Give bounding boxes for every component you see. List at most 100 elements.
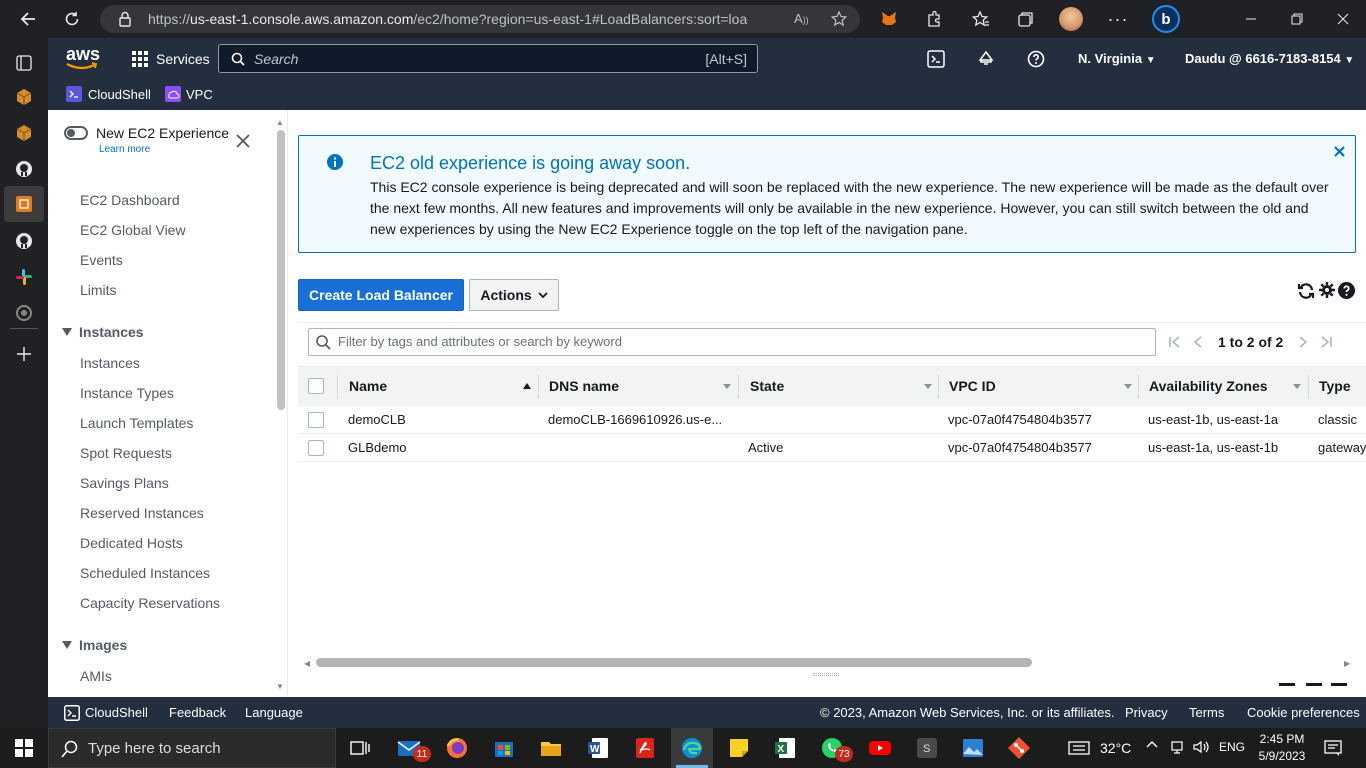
last-page-icon[interactable] xyxy=(1319,335,1333,349)
split-view-icon[interactable] xyxy=(1279,683,1295,686)
actions-dropdown-button[interactable]: Actions xyxy=(469,279,559,311)
services-menu-button[interactable]: Services xyxy=(156,51,210,67)
split-panel-handle[interactable] xyxy=(813,673,839,676)
mail-app-icon[interactable]: 11 xyxy=(397,736,431,762)
nav-spot-requests[interactable]: Spot Requests xyxy=(80,445,172,461)
git-app-icon[interactable] xyxy=(1007,736,1031,760)
sort-ascending-icon[interactable] xyxy=(523,383,531,389)
sort-caret-icon[interactable] xyxy=(1293,384,1301,389)
prev-page-icon[interactable] xyxy=(1191,335,1205,349)
nav-instance-types[interactable]: Instance Types xyxy=(80,385,174,401)
close-nav-icon[interactable] xyxy=(236,134,250,148)
favorite-cloudshell[interactable]: CloudShell xyxy=(88,87,151,102)
section-images[interactable]: Images xyxy=(79,637,127,653)
restore-icon[interactable] xyxy=(1282,4,1312,34)
column-type[interactable]: Type xyxy=(1319,378,1351,394)
split-view-icon[interactable] xyxy=(1331,683,1347,686)
lock-icon[interactable] xyxy=(118,11,132,27)
volume-icon[interactable] xyxy=(1192,739,1210,755)
help-icon[interactable] xyxy=(1027,50,1045,68)
nav-limits[interactable]: Limits xyxy=(80,282,117,298)
sort-caret-icon[interactable] xyxy=(1124,384,1132,389)
region-selector[interactable]: N. Virginia ▼ xyxy=(1078,51,1156,66)
footer-feedback-link[interactable]: Feedback xyxy=(169,705,226,720)
split-view-icon[interactable] xyxy=(1306,683,1322,686)
address-bar[interactable]: https://us-east-1.console.aws.amazon.com… xyxy=(100,5,860,33)
photos-app-icon[interactable] xyxy=(961,736,985,760)
tab-actions-icon[interactable] xyxy=(12,51,36,75)
services-grid-icon[interactable] xyxy=(132,51,148,67)
input-language-label[interactable]: ENG xyxy=(1219,740,1245,754)
footer-cloudshell-link[interactable]: CloudShell xyxy=(85,705,148,720)
help-icon[interactable] xyxy=(1338,282,1355,299)
row-checkbox[interactable] xyxy=(308,412,324,428)
youtube-app-icon[interactable] xyxy=(868,736,892,760)
nav-reserved-instances[interactable]: Reserved Instances xyxy=(80,505,204,521)
footer-language-link[interactable]: Language xyxy=(245,705,303,720)
cloudshell-icon[interactable] xyxy=(927,50,945,68)
add-favorite-icon[interactable] xyxy=(830,10,848,28)
new-experience-toggle[interactable] xyxy=(64,126,88,140)
clock-time[interactable]: 2:45 PM xyxy=(1257,732,1307,746)
favorites-icon[interactable] xyxy=(966,4,996,34)
windows-start-icon[interactable] xyxy=(15,739,33,757)
nav-dedicated-hosts[interactable]: Dedicated Hosts xyxy=(80,535,183,551)
aws-logo[interactable]: aws xyxy=(66,45,100,70)
learn-more-link[interactable]: Learn more xyxy=(99,144,150,155)
bing-chat-icon[interactable]: b xyxy=(1151,4,1181,34)
table-row[interactable]: GLBdemo Active vpc-07a0f4754804b3577 us-… xyxy=(298,434,1366,462)
scroll-right-icon[interactable]: ▶ xyxy=(1344,659,1350,668)
table-row[interactable]: demoCLB demoCLB-1669610926.us-e... vpc-0… xyxy=(298,406,1366,434)
sticky-notes-icon[interactable] xyxy=(727,736,751,760)
add-tab-icon[interactable] xyxy=(12,342,36,366)
scroll-left-icon[interactable]: ◀ xyxy=(304,659,310,668)
close-alert-icon[interactable] xyxy=(1334,146,1345,157)
caret-down-icon[interactable] xyxy=(62,328,72,336)
edge-app-icon[interactable] xyxy=(680,736,704,760)
caret-down-icon[interactable] xyxy=(62,641,72,649)
column-name[interactable]: Name xyxy=(349,378,387,394)
scrollbar-thumb[interactable] xyxy=(277,130,285,410)
github-tab-icon[interactable] xyxy=(12,229,36,253)
acrobat-app-icon[interactable] xyxy=(633,736,657,760)
file-explorer-icon[interactable] xyxy=(539,736,563,760)
read-aloud-icon[interactable]: A)) xyxy=(794,11,809,26)
settings-tab-icon[interactable] xyxy=(12,301,36,325)
aws-tab-icon[interactable] xyxy=(12,121,36,145)
show-hidden-icons-icon[interactable] xyxy=(1146,740,1158,748)
settings-gear-icon[interactable] xyxy=(1319,282,1335,298)
column-availability-zones[interactable]: Availability Zones xyxy=(1149,378,1268,394)
column-vpc-id[interactable]: VPC ID xyxy=(949,378,996,394)
leftnav-scrollbar[interactable]: ▲ ▼ xyxy=(276,118,286,696)
more-options-icon[interactable]: ··· xyxy=(1103,4,1133,34)
firefox-app-icon[interactable] xyxy=(445,736,469,760)
footer-cookie-preferences-link[interactable]: Cookie preferences xyxy=(1247,705,1360,720)
favorite-vpc[interactable]: VPC xyxy=(186,87,213,102)
sort-caret-icon[interactable] xyxy=(723,384,731,389)
aws-tab-icon[interactable] xyxy=(12,85,36,109)
store-app-icon[interactable] xyxy=(492,736,516,760)
notifications-bell-icon[interactable] xyxy=(977,50,995,68)
horizontal-scrollbar-thumb[interactable] xyxy=(316,658,1032,667)
scroll-up-icon[interactable]: ▲ xyxy=(276,118,284,127)
refresh-icon[interactable] xyxy=(1296,281,1316,301)
nav-events[interactable]: Events xyxy=(80,252,123,268)
temperature-label[interactable]: 32°C xyxy=(1100,740,1131,756)
column-dns-name[interactable]: DNS name xyxy=(549,378,619,394)
slack-tab-icon[interactable] xyxy=(12,265,36,289)
scroll-down-icon[interactable]: ▼ xyxy=(276,682,284,691)
nav-launch-templates[interactable]: Launch Templates xyxy=(80,415,193,431)
ec2-tab-icon[interactable] xyxy=(12,192,36,216)
create-load-balancer-button[interactable]: Create Load Balancer xyxy=(298,279,464,311)
excel-app-icon[interactable]: X xyxy=(773,736,797,760)
refresh-icon[interactable] xyxy=(57,4,87,34)
footer-terms-link[interactable]: Terms xyxy=(1189,705,1224,720)
column-state[interactable]: State xyxy=(750,378,784,394)
sort-caret-icon[interactable] xyxy=(924,384,932,389)
section-instances[interactable]: Instances xyxy=(79,324,144,340)
nav-capacity-reservations[interactable]: Capacity Reservations xyxy=(80,595,220,611)
metamask-extension-icon[interactable] xyxy=(874,4,904,34)
row-checkbox[interactable] xyxy=(308,440,324,456)
task-view-icon[interactable] xyxy=(348,736,372,760)
nav-scheduled-instances[interactable]: Scheduled Instances xyxy=(80,565,210,581)
